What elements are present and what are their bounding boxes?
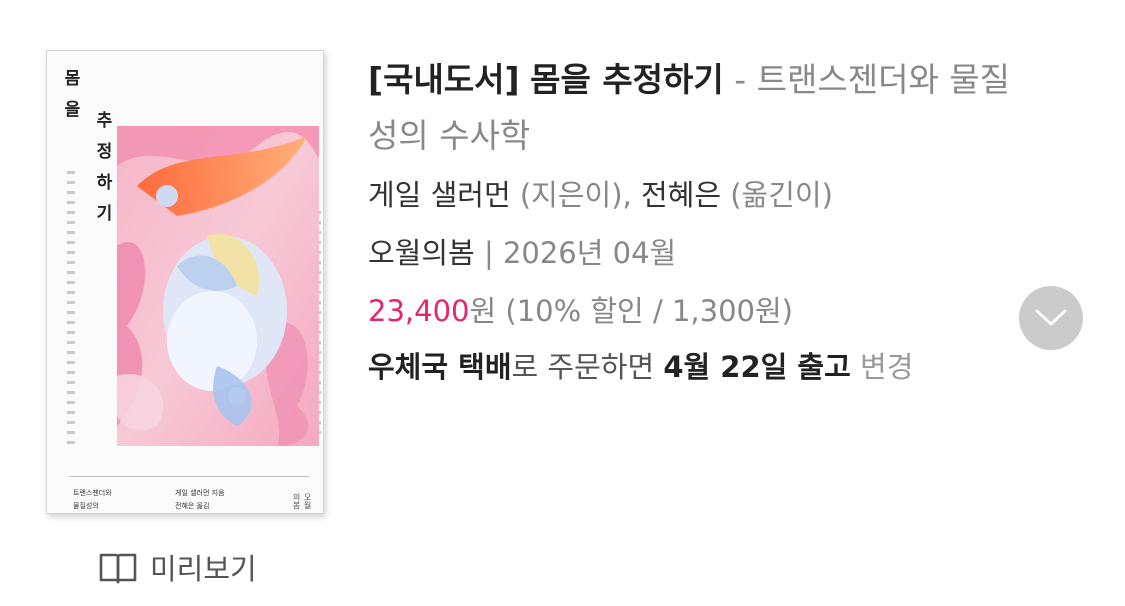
book-cover[interactable]: 몸을 추정하기 트랜스젠더와 물질성의 수사학 게일 샐러 [46,50,324,514]
author-line: 게일 샐러먼 (지은이), 전혜은 (옮긴이) [368,170,1028,220]
cover-spine-text [67,171,75,451]
price-line: 23,400원 (10% 할인 / 1,300원) [368,286,1028,336]
price-unit: 원 [469,294,497,328]
chevron-down-icon [1035,309,1067,326]
preview-link[interactable]: 미리보기 [98,546,257,588]
publisher-name[interactable]: 오월의봄 [368,236,475,270]
publisher-line: 오월의봄 | 2026년 04월 [368,228,1028,278]
author-role: (지은이) [519,178,623,212]
cover-divider [69,476,309,477]
shipping-info: 우체국 택배로 주문하면 4월 22일 출고 변경 [368,338,1008,396]
book-title[interactable]: 몸을 추정하기 [530,60,724,99]
shipping-method: 우체국 택배 [368,350,512,384]
publication-date: 2026년 04월 [502,236,677,270]
cover-subtitle: 트랜스젠더와 물질성의 수사학 [73,489,112,511]
cover-credits: 게일 샐러먼 지음 전혜은 옮김 [175,489,225,511]
cover-title-part-2: 추정하기 [92,111,112,235]
open-book-icon [99,553,137,584]
title-separator: - [723,60,757,99]
release-date: 4월 22일 출고 [663,350,851,384]
translator-role: (옮긴이) [730,178,833,212]
cover-publisher-mark: 오월의봄 [292,493,312,509]
preview-label: 미리보기 [150,552,257,586]
book-title-line: [국내도서] 몸을 추정하기 - 트랜스젠더와 물질성의 수사학 [368,52,1028,164]
translator-name[interactable]: 전혜은 [641,178,721,212]
cover-title-part-1: 몸을 [60,69,80,131]
author-name[interactable]: 게일 샐러먼 [368,178,511,212]
discount-info: (10% 할인 / 1,300원) [505,294,793,328]
publisher-separator: | [474,236,503,270]
change-shipping-link[interactable]: 변경 [851,350,913,384]
shipping-text: 로 주문하면 [511,350,664,384]
cover-illustration [117,126,319,446]
book-category[interactable]: [국내도서] [368,60,520,99]
author-separator: , [622,178,641,212]
book-info: [국내도서] 몸을 추정하기 - 트랜스젠더와 물질성의 수사학 게일 샐러먼 … [368,52,1028,396]
expand-button[interactable] [1019,286,1083,350]
sale-price: 23,400 [368,294,470,328]
